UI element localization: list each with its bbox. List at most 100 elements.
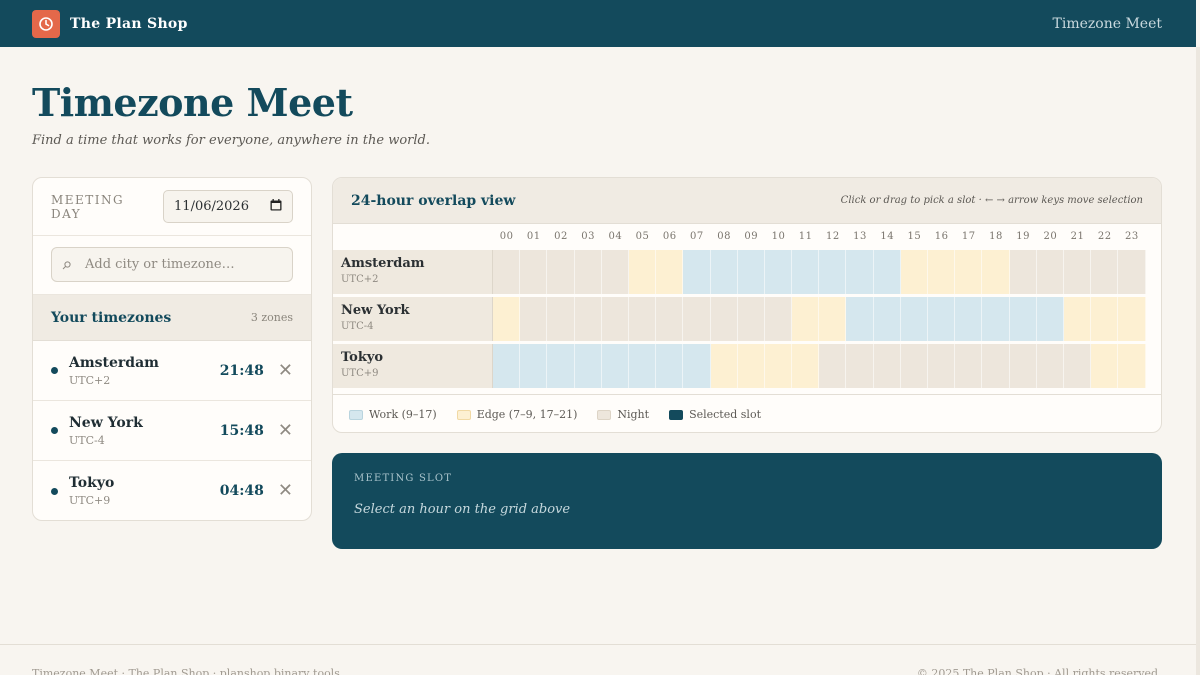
hour-slot-work[interactable]	[819, 250, 847, 294]
hour-slot-edge[interactable]	[710, 344, 738, 388]
hour-label: 09	[744, 231, 759, 242]
hour-slot-night[interactable]	[547, 297, 575, 341]
hour-slot-night[interactable]	[819, 344, 847, 388]
hour-slot-edge[interactable]	[656, 250, 684, 294]
hour-slot-work[interactable]	[900, 297, 928, 341]
hour-slot-night[interactable]	[574, 250, 602, 294]
legend-item: Edge (7–9, 17–21)	[456, 408, 578, 421]
zone-name: Tokyo	[69, 475, 115, 491]
remove-zone-new-york-icon[interactable]: ✕	[278, 421, 293, 440]
meeting-date-input[interactable]: 11/06/2026	[163, 190, 293, 223]
hour-slot-edge[interactable]	[900, 250, 928, 294]
grid-title: 24-hour overlap view	[351, 192, 516, 209]
hour-slot-edge[interactable]	[819, 297, 847, 341]
hour-slot-night[interactable]	[601, 250, 629, 294]
hour-slot-work[interactable]	[628, 344, 657, 388]
hour-slot-night[interactable]	[1036, 250, 1064, 294]
city-search-input[interactable]: Add city or timezone…	[51, 247, 293, 282]
hour-slot-edge[interactable]	[737, 344, 765, 388]
hour-slot-night[interactable]	[873, 344, 901, 388]
hour-slot-night[interactable]	[1009, 250, 1037, 294]
hour-slot-work[interactable]	[873, 297, 901, 341]
hour-slot-night[interactable]	[683, 297, 711, 341]
hour-slot-work[interactable]	[683, 250, 711, 294]
hour-slot-work[interactable]	[982, 297, 1010, 341]
hour-slot-edge[interactable]	[1091, 297, 1119, 341]
zone-dot	[51, 427, 58, 434]
nav-link-timezone-meet[interactable]: Timezone Meet	[1053, 16, 1162, 32]
hour-slot-night[interactable]	[628, 297, 657, 341]
zone-dot	[51, 487, 58, 495]
hour-slot-work[interactable]	[1036, 297, 1064, 341]
hour-slot-night[interactable]	[764, 297, 793, 341]
hour-slot-work[interactable]	[493, 344, 521, 388]
hour-slot-edge[interactable]	[764, 344, 793, 388]
meeting-day-row: MEETING DAY 11/06/2026	[33, 178, 311, 236]
hour-slot-work[interactable]	[520, 344, 548, 388]
hour-slot-edge[interactable]	[982, 250, 1010, 294]
hour-slot-edge[interactable]	[1118, 297, 1146, 341]
hour-slot-night[interactable]	[1091, 250, 1119, 294]
hour-slot-night[interactable]	[1118, 250, 1146, 294]
overlap-grid-panel: 24-hour overlap view Click or drag to pi…	[332, 177, 1162, 433]
grid-city-name: New York	[341, 303, 410, 318]
hour-slot-edge[interactable]	[628, 250, 657, 294]
timezone-sidebar: MEETING DAY 11/06/2026 Add city or timez…	[32, 177, 312, 521]
hour-slot-night[interactable]	[1009, 344, 1037, 388]
hour-slot-work[interactable]	[656, 344, 684, 388]
hour-slot-night[interactable]	[1036, 344, 1064, 388]
hour-label: 12	[825, 231, 840, 242]
hour-slot-work[interactable]	[1009, 297, 1037, 341]
hour-slot-edge[interactable]	[1063, 297, 1092, 341]
hour-slot-work[interactable]	[873, 250, 901, 294]
hour-slot-edge[interactable]	[955, 250, 983, 294]
grid-city-name: Amsterdam	[341, 256, 425, 271]
hour-slot-edge[interactable]	[792, 344, 820, 388]
hour-slot-work[interactable]	[928, 297, 956, 341]
hour-slot-night[interactable]	[737, 297, 765, 341]
hour-slot-work[interactable]	[710, 250, 738, 294]
remove-zone-tokyo-icon[interactable]: ✕	[278, 482, 293, 500]
hour-slot-work[interactable]	[574, 344, 602, 388]
hour-slot-work[interactable]	[955, 297, 983, 341]
hour-slot-night[interactable]	[520, 297, 548, 341]
hour-slot-night[interactable]	[710, 297, 738, 341]
hour-slot-night[interactable]	[846, 344, 874, 388]
hour-slot-night[interactable]	[493, 250, 521, 294]
hour-slot-night[interactable]	[982, 344, 1010, 388]
hour-slot-work[interactable]	[846, 297, 874, 341]
brand[interactable]: The Plan Shop	[32, 9, 188, 38]
hour-slot-work[interactable]	[737, 250, 765, 294]
hour-slot-work[interactable]	[683, 344, 711, 388]
hour-slot-night[interactable]	[1063, 344, 1092, 388]
hour-slot-night[interactable]	[601, 297, 629, 341]
hour-slot-work[interactable]	[792, 250, 820, 294]
hour-slot-night[interactable]	[656, 297, 684, 341]
scrollbar[interactable]	[1196, 47, 1200, 675]
hour-slot-work[interactable]	[547, 344, 575, 388]
search-row: Add city or timezone…	[33, 236, 311, 295]
calendar-icon[interactable]	[270, 198, 282, 215]
hour-slot-edge[interactable]	[493, 297, 521, 341]
hour-label: 14	[880, 231, 895, 242]
hour-slot-night[interactable]	[547, 250, 575, 294]
hour-slot-night[interactable]	[574, 297, 602, 341]
hour-slot-edge[interactable]	[1091, 344, 1119, 388]
legend-swatch	[349, 409, 363, 420]
brand-name: The Plan Shop	[70, 15, 188, 32]
hour-slot-edge[interactable]	[928, 250, 956, 294]
hour-slot-night[interactable]	[1063, 250, 1092, 294]
hour-slot-edge[interactable]	[792, 297, 820, 341]
hour-slot-night[interactable]	[928, 344, 956, 388]
hour-slot-work[interactable]	[846, 250, 874, 294]
hour-slot-night[interactable]	[520, 250, 548, 294]
legend-label: Edge (7–9, 17–21)	[476, 408, 578, 421]
meeting-slot-panel: MEETING SLOT Select an hour on the grid …	[332, 453, 1162, 549]
hour-slot-edge[interactable]	[1118, 344, 1146, 388]
hour-slot-work[interactable]	[601, 344, 629, 388]
hour-slot-night[interactable]	[955, 344, 983, 388]
hour-slot-night[interactable]	[900, 344, 928, 388]
hour-slot-work[interactable]	[764, 250, 793, 294]
remove-zone-amsterdam-icon[interactable]: ✕	[278, 361, 293, 380]
page-subtitle: Find a time that works for everyone, any…	[32, 133, 430, 148]
